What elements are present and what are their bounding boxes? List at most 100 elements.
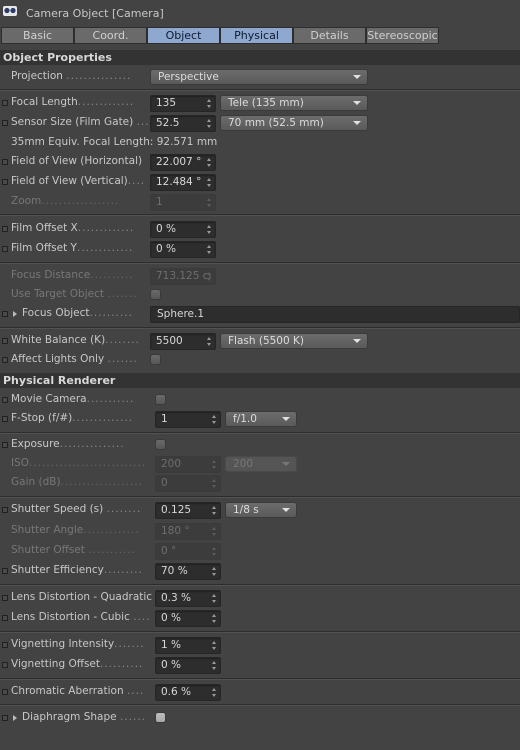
- keyframe-toggle-icon[interactable]: [2, 226, 8, 232]
- focus-object-link-field[interactable]: Sphere.1: [150, 306, 520, 323]
- chevron-down-icon: [353, 339, 361, 343]
- keyframe-toggle-icon[interactable]: [2, 311, 8, 317]
- stepper-arrows-icon[interactable]: [212, 506, 217, 515]
- stepper-arrows-icon[interactable]: [207, 119, 212, 128]
- stepper-arrows-icon[interactable]: [207, 225, 212, 234]
- film-offset-x-row: Film Offset X............. 0 %: [0, 220, 520, 239]
- f-stop-row: F-Stop (f/#).............. 1 f/1.0: [0, 410, 520, 429]
- sensor-size-input[interactable]: 52.5: [150, 115, 216, 132]
- stepper-arrows-icon[interactable]: [207, 158, 212, 167]
- white-balance-input[interactable]: 5500: [150, 333, 216, 350]
- keyframe-toggle-icon[interactable]: [2, 397, 8, 403]
- stepper-arrows-icon[interactable]: [207, 337, 212, 346]
- diaphragm-shape-checkbox[interactable]: [155, 712, 166, 723]
- object-properties-header[interactable]: Object Properties: [0, 50, 520, 65]
- sensor-size-label: Sensor Size (Film Gate) ...: [11, 116, 150, 128]
- tab-physical[interactable]: Physical: [220, 27, 293, 44]
- vignetting-offset-row: Vignetting Offset.......... 0 %: [0, 656, 520, 675]
- divider: [0, 631, 520, 633]
- stepper-arrows-icon: [212, 460, 217, 469]
- affect-lights-only-checkbox[interactable]: [150, 354, 161, 365]
- physical-renderer-header[interactable]: Physical Renderer: [0, 373, 520, 388]
- expand-triangle-icon[interactable]: [13, 311, 17, 317]
- keyframe-toggle-icon[interactable]: [2, 100, 8, 106]
- shutter-speed-input[interactable]: 0.125: [155, 502, 221, 519]
- tab-coord[interactable]: Coord.: [74, 27, 147, 44]
- stepper-arrows-icon[interactable]: [212, 688, 217, 697]
- keyframe-toggle-icon[interactable]: [2, 568, 8, 574]
- sensor-size-preset-dropdown[interactable]: 70 mm (52.5 mm): [220, 115, 368, 131]
- stepper-arrows-icon[interactable]: [212, 567, 217, 576]
- film-offset-y-input[interactable]: 0 %: [150, 241, 216, 258]
- focus-object-row: Focus Object.......... Sphere.1: [0, 305, 520, 324]
- tab-stereoscopic[interactable]: Stereoscopic: [366, 27, 439, 44]
- tab-details[interactable]: Details: [293, 27, 366, 44]
- shutter-angle-input: 180 °: [155, 523, 221, 540]
- chevron-down-icon: [353, 121, 361, 125]
- keyframe-toggle-icon[interactable]: [2, 442, 8, 448]
- keyframe-toggle-icon[interactable]: [2, 338, 8, 344]
- f-stop-preset-dropdown[interactable]: f/1.0: [225, 411, 297, 427]
- shutter-efficiency-input[interactable]: 70 %: [155, 563, 221, 580]
- tab-basic[interactable]: Basic: [1, 27, 74, 44]
- divider: [0, 327, 520, 329]
- keyframe-toggle-icon[interactable]: [2, 179, 8, 185]
- focal-length-input[interactable]: 135: [150, 95, 216, 112]
- shutter-speed-preset-dropdown[interactable]: 1/8 s: [225, 502, 297, 518]
- stepper-arrows-icon[interactable]: [207, 245, 212, 254]
- film-offset-x-input[interactable]: 0 %: [150, 221, 216, 238]
- stepper-arrows-icon[interactable]: [212, 614, 217, 623]
- zoom-input: 1: [150, 194, 216, 211]
- divider: [0, 214, 520, 216]
- shutter-speed-row: Shutter Speed (s) ........ 0.125 1/8 s: [0, 501, 520, 520]
- lens-distortion-cubic-input[interactable]: 0 %: [155, 610, 221, 627]
- fov-vertical-input[interactable]: 12.484 °: [150, 174, 216, 191]
- chevron-down-icon: [282, 462, 290, 466]
- expand-triangle-icon[interactable]: [13, 715, 17, 721]
- sensor-size-row: Sensor Size (Film Gate) ... 52.5 70 mm (…: [0, 114, 520, 133]
- vignetting-offset-input[interactable]: 0 %: [155, 657, 221, 674]
- lens-distortion-quadratic-input[interactable]: 0.3 %: [155, 590, 221, 607]
- chromatic-aberration-input[interactable]: 0.6 %: [155, 684, 221, 701]
- vignetting-offset-label: Vignetting Offset..........: [11, 658, 144, 670]
- fov-vertical-label: Field of View (Vertical)....: [11, 175, 146, 187]
- stepper-arrows-icon[interactable]: [212, 661, 217, 670]
- focal-length-row: Focal Length............. 135 Tele (135 …: [0, 94, 520, 113]
- keyframe-toggle-icon[interactable]: [2, 615, 8, 621]
- zoom-label: Zoom..................: [11, 195, 120, 207]
- stepper-arrows-icon: [207, 272, 212, 281]
- fov-horizontal-row: Field of View (Horizontal) 22.007 °: [0, 153, 520, 172]
- keyframe-toggle-icon[interactable]: [2, 715, 8, 721]
- diaphragm-shape-label: Diaphragm Shape ......: [22, 711, 146, 723]
- divider: [0, 584, 520, 586]
- vignetting-intensity-input[interactable]: 1 %: [155, 637, 221, 654]
- affect-lights-only-row: Affect Lights Only .......: [0, 351, 520, 370]
- movie-camera-checkbox[interactable]: [155, 394, 166, 405]
- keyframe-toggle-icon[interactable]: [2, 642, 8, 648]
- exposure-checkbox[interactable]: [155, 439, 166, 450]
- focal-length-preset-dropdown[interactable]: Tele (135 mm): [220, 95, 368, 111]
- fov-horizontal-input[interactable]: 22.007 °: [150, 154, 216, 171]
- stepper-arrows-icon[interactable]: [212, 641, 217, 650]
- keyframe-toggle-icon[interactable]: [2, 689, 8, 695]
- white-balance-label: White Balance (K)........: [11, 334, 140, 346]
- keyframe-toggle-icon[interactable]: [2, 159, 8, 165]
- stepper-arrows-icon[interactable]: [207, 99, 212, 108]
- keyframe-toggle-icon[interactable]: [2, 662, 8, 668]
- projection-dropdown[interactable]: Perspective: [150, 69, 368, 85]
- keyframe-toggle-icon[interactable]: [2, 507, 8, 513]
- stepper-arrows-icon[interactable]: [207, 178, 212, 187]
- stepper-arrows-icon[interactable]: [212, 594, 217, 603]
- keyframe-toggle-icon[interactable]: [2, 120, 8, 126]
- keyframe-toggle-icon[interactable]: [2, 246, 8, 252]
- f-stop-input[interactable]: 1: [155, 411, 221, 428]
- keyframe-toggle-icon[interactable]: [2, 595, 8, 601]
- stepper-arrows-icon: [207, 198, 212, 207]
- keyframe-toggle-icon[interactable]: [2, 416, 8, 422]
- film-offset-x-label: Film Offset X.............: [11, 222, 135, 234]
- white-balance-preset-dropdown[interactable]: Flash (5500 K): [220, 333, 368, 349]
- keyframe-toggle-icon[interactable]: [2, 357, 8, 363]
- shutter-offset-label: Shutter Offset ...........: [11, 544, 136, 556]
- tab-object[interactable]: Object: [147, 27, 220, 44]
- stepper-arrows-icon[interactable]: [212, 415, 217, 424]
